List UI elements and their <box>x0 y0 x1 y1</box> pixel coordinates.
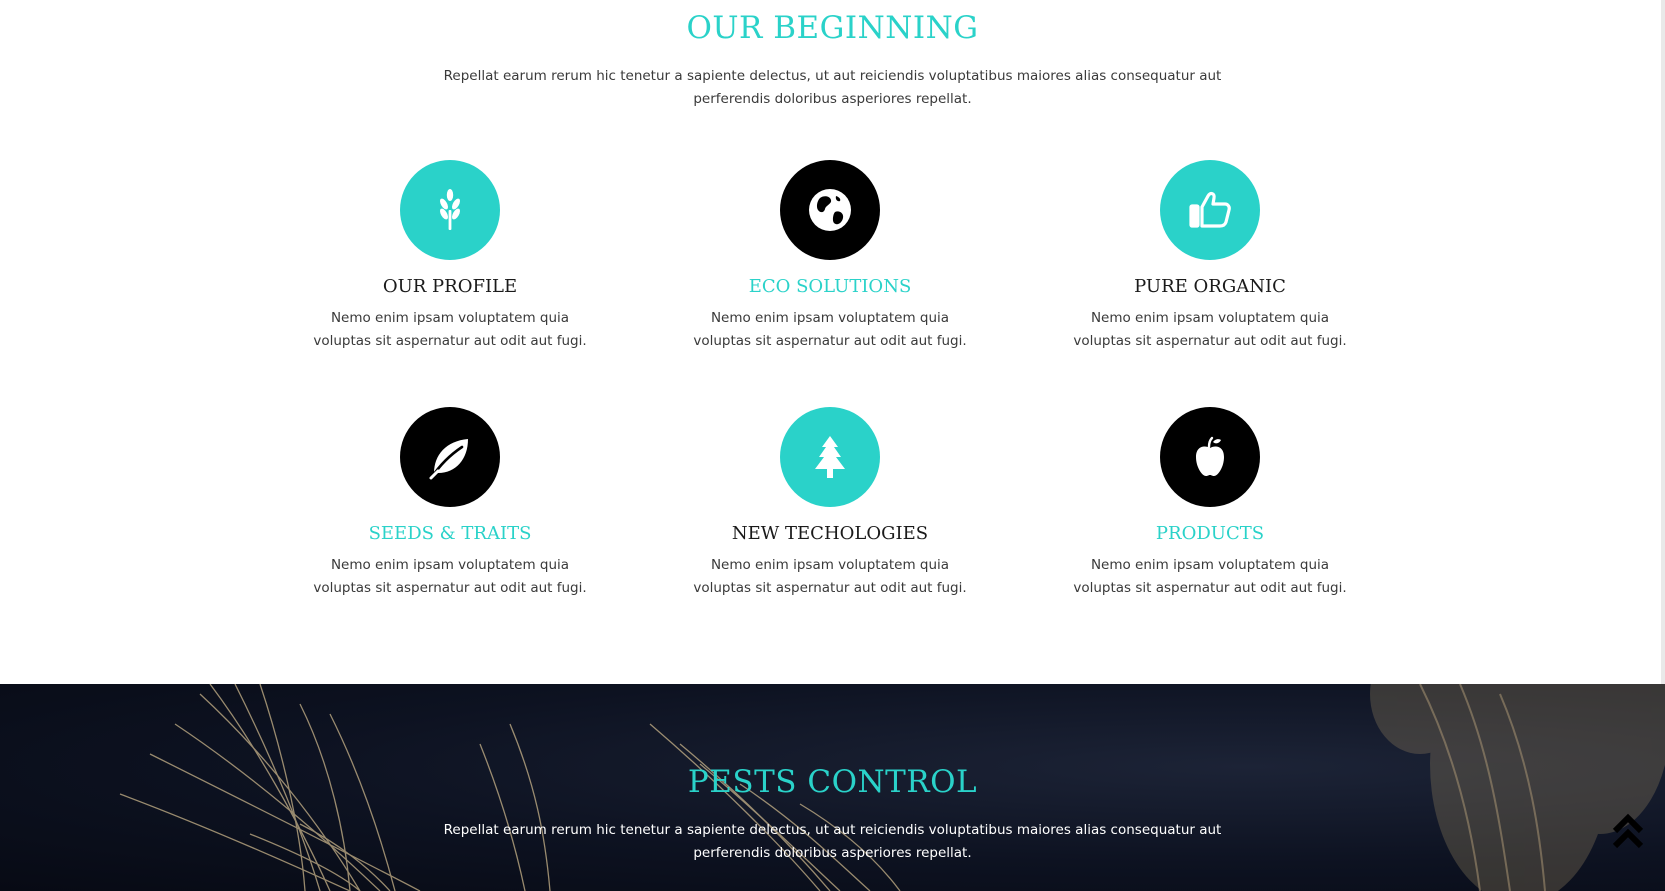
feature-text: Nemo enim ipsam voluptatem quia voluptas… <box>1073 557 1347 596</box>
scroll-to-top-button[interactable] <box>1611 811 1645 851</box>
feature-pure-organic: PURE ORGANIC Nemo enim ipsam voluptatem … <box>1045 160 1375 353</box>
feature-products: PRODUCTS Nemo enim ipsam voluptatem quia… <box>1045 407 1375 600</box>
feature-text: Nemo enim ipsam voluptatem quia voluptas… <box>313 310 587 349</box>
page: OUR BEGINNING Repellat earum rerum hic t… <box>0 0 1665 891</box>
feature-our-profile: OUR PROFILE Nemo enim ipsam voluptatem q… <box>285 160 615 353</box>
feature-icon-circle <box>1160 407 1260 507</box>
double-chevron-up-icon <box>1612 813 1644 849</box>
feature-text: Nemo enim ipsam voluptatem quia voluptas… <box>693 310 967 349</box>
section-title: PESTS CONTROL <box>687 764 978 800</box>
leaf-icon <box>429 439 468 480</box>
wheat-icon <box>440 189 460 230</box>
feature-icon-circle <box>780 407 880 507</box>
feature-title: PRODUCTS <box>1155 523 1265 544</box>
pests-control-section: PESTS CONTROL Repellat earum rerum hic t… <box>0 684 1665 891</box>
tree-icon <box>815 436 845 478</box>
feature-title: SEEDS & TRAITS <box>368 523 532 544</box>
apple-icon <box>1196 436 1224 476</box>
scrollbar[interactable] <box>1661 0 1665 684</box>
feature-text: Nemo enim ipsam voluptatem quia voluptas… <box>1073 310 1347 349</box>
section-intro: Repellat earum rerum hic tenetur a sapie… <box>443 68 1222 107</box>
feature-title: PURE ORGANIC <box>1134 276 1286 297</box>
feature-title: ECO SOLUTIONS <box>748 276 912 297</box>
thumbs-up-icon <box>1189 191 1231 228</box>
feature-new-techologies: NEW TECHOLOGIES Nemo enim ipsam voluptat… <box>665 407 995 600</box>
feature-title: OUR PROFILE <box>382 276 518 297</box>
feature-seeds-traits: SEEDS & TRAITS Nemo enim ipsam voluptate… <box>285 407 615 600</box>
our-beginning-section: OUR BEGINNING Repellat earum rerum hic t… <box>0 0 1665 684</box>
feature-icon-circle <box>780 160 880 260</box>
feature-text: Nemo enim ipsam voluptatem quia voluptas… <box>693 557 967 596</box>
section-title: OUR BEGINNING <box>686 10 979 46</box>
feature-icon-circle <box>1160 160 1260 260</box>
feature-title: NEW TECHOLOGIES <box>731 523 929 544</box>
feature-text: Nemo enim ipsam voluptatem quia voluptas… <box>313 557 587 596</box>
feature-icon-circle <box>400 407 500 507</box>
section-intro: Repellat earum rerum hic tenetur a sapie… <box>443 822 1222 861</box>
feature-eco-solutions: ECO SOLUTIONS Nemo enim ipsam voluptatem… <box>665 160 995 353</box>
globe-icon <box>809 189 851 231</box>
feature-icon-circle <box>400 160 500 260</box>
